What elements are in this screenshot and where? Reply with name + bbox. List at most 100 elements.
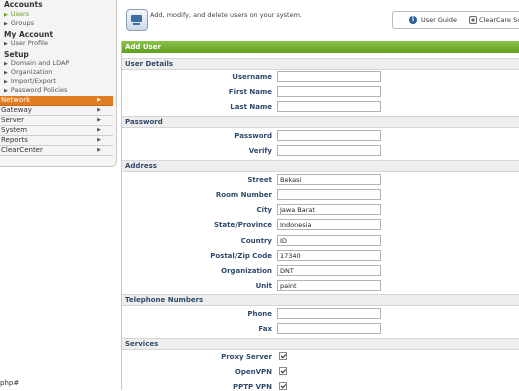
- category-label: ClearCenter: [1, 146, 43, 154]
- proxy-server-checkbox[interactable]: [279, 352, 287, 360]
- organization-label: Organization: [221, 267, 272, 275]
- postal-code-label: Postal/Zip Code: [210, 252, 272, 260]
- first-name-label: First Name: [228, 88, 272, 96]
- state-province-label: State/Province: [214, 221, 272, 229]
- sidebar-item-organization[interactable]: ▶ Organization: [4, 68, 52, 76]
- user-admin-icon: [126, 9, 148, 31]
- sidebar-item-label: Users: [10, 10, 30, 18]
- sidebar-category-system[interactable]: System ▶: [0, 126, 113, 136]
- country-field[interactable]: [277, 235, 381, 246]
- section-title: Address: [125, 162, 157, 170]
- city-label: City: [256, 206, 272, 214]
- info-icon[interactable]: i: [409, 16, 417, 24]
- category-label: System: [1, 126, 28, 134]
- sidebar-item-label: Organization: [10, 68, 53, 76]
- my-account-section-title: My Account: [4, 30, 54, 39]
- sidebar-item-import-export[interactable]: ▶ Import/Export: [4, 77, 56, 85]
- unit-field[interactable]: [277, 280, 381, 291]
- section-title: Password: [125, 118, 163, 126]
- form-title-text: Add User: [125, 43, 161, 51]
- proxy-server-label: Proxy Server: [221, 353, 272, 361]
- last-name-field[interactable]: [277, 101, 381, 112]
- fax-field[interactable]: [277, 323, 381, 334]
- category-label: Server: [1, 116, 24, 124]
- section-title: Services: [125, 340, 159, 348]
- section-title: Telephone Numbers: [125, 296, 204, 304]
- openvpn-checkbox[interactable]: [279, 367, 287, 375]
- fax-label: Fax: [258, 325, 272, 333]
- arrow-right-icon: ▶: [4, 21, 8, 27]
- verify-password-field[interactable]: [277, 145, 381, 156]
- sidebar-category-clearcenter[interactable]: ClearCenter ▶: [0, 146, 113, 156]
- sidebar-item-label: Import/Export: [10, 77, 56, 85]
- arrow-right-icon: ▶: [4, 41, 8, 47]
- section-services: Services: [122, 338, 519, 350]
- chevron-right-icon: ▶: [97, 107, 101, 113]
- sidebar-category-gateway[interactable]: Gateway ▶: [0, 106, 113, 116]
- sidebar: Accounts ▶ Users ▶ Groups My Account ▶ User…: [0, 0, 117, 167]
- section-user-details: User Details: [122, 58, 519, 70]
- sidebar-category-server[interactable]: Server ▶: [0, 116, 113, 126]
- sidebar-item-groups[interactable]: ▶ Groups: [4, 19, 34, 27]
- openvpn-label: OpenVPN: [234, 368, 272, 376]
- category-label: Gateway: [1, 106, 32, 114]
- arrow-right-icon: ▶: [4, 70, 8, 76]
- city-field[interactable]: [277, 204, 381, 215]
- chevron-right-icon: ▶: [97, 137, 101, 143]
- section-telephone: Telephone Numbers: [122, 294, 519, 306]
- unit-label: Unit: [255, 282, 272, 290]
- chevron-right-icon: ▶: [97, 117, 101, 123]
- first-name-field[interactable]: [277, 86, 381, 97]
- section-password: Password: [122, 116, 519, 128]
- help-box: i User Guide ClearCare Supp: [392, 11, 519, 29]
- sidebar-category-network[interactable]: Network ▶: [0, 96, 113, 106]
- form-title: Add User: [122, 41, 519, 53]
- last-name-label: Last Name: [230, 103, 272, 111]
- sidebar-item-password-policies[interactable]: ▶ Password Policies: [4, 86, 67, 94]
- user-guide-link[interactable]: User Guide: [421, 16, 457, 24]
- sidebar-item-label: Domain and LDAP: [10, 59, 70, 67]
- chevron-right-icon: ▶: [97, 147, 101, 153]
- arrow-right-icon: ▶: [4, 12, 8, 18]
- category-label: Network: [1, 96, 31, 104]
- phone-label: Phone: [247, 310, 272, 318]
- chevron-right-icon: ▶: [97, 127, 101, 133]
- country-label: Country: [240, 237, 272, 245]
- pptp-vpn-checkbox[interactable]: [279, 382, 287, 390]
- state-province-field[interactable]: [277, 219, 381, 230]
- street-label: Street: [247, 176, 272, 184]
- page-description: Add, modify, and delete users on your sy…: [150, 11, 302, 19]
- clearcare-support-link[interactable]: ClearCare Supp: [479, 16, 519, 24]
- arrow-right-icon: ▶: [4, 79, 8, 85]
- arrow-right-icon: ▶: [4, 88, 8, 94]
- category-label: Reports: [1, 136, 28, 144]
- clearcare-icon[interactable]: [469, 16, 477, 24]
- street-field[interactable]: [277, 174, 381, 185]
- status-text: php#: [0, 379, 20, 387]
- organization-field[interactable]: [277, 265, 381, 276]
- phone-field[interactable]: [277, 308, 381, 319]
- sidebar-item-users[interactable]: ▶ Users: [4, 10, 29, 18]
- page-header: Add, modify, and delete users on your sy…: [122, 6, 519, 32]
- sidebar-item-domain-ldap[interactable]: ▶ Domain and LDAP: [4, 59, 69, 67]
- postal-code-field[interactable]: [277, 250, 381, 261]
- section-address: Address: [122, 160, 519, 172]
- accounts-section-title: Accounts: [4, 0, 43, 9]
- section-title: User Details: [125, 60, 174, 68]
- sidebar-item-user-profile[interactable]: ▶ User Profile: [4, 39, 48, 47]
- arrow-right-icon: ▶: [4, 61, 8, 67]
- sidebar-item-label: User Profile: [10, 39, 48, 47]
- room-number-field[interactable]: [277, 189, 381, 200]
- username-label: Username: [232, 73, 272, 81]
- verify-label: Verify: [248, 147, 272, 155]
- password-label: Password: [234, 132, 272, 140]
- room-number-label: Room Number: [215, 191, 272, 199]
- chevron-right-icon: ▶: [97, 97, 101, 103]
- setup-section-title: Setup: [4, 50, 29, 59]
- password-field[interactable]: [277, 130, 381, 141]
- sidebar-category-reports[interactable]: Reports ▶: [0, 136, 113, 146]
- add-user-form: Add User User Details Username First Nam…: [121, 41, 519, 391]
- sidebar-item-label: Password Policies: [10, 86, 68, 94]
- username-field[interactable]: [277, 71, 381, 82]
- sidebar-item-label: Groups: [10, 19, 35, 27]
